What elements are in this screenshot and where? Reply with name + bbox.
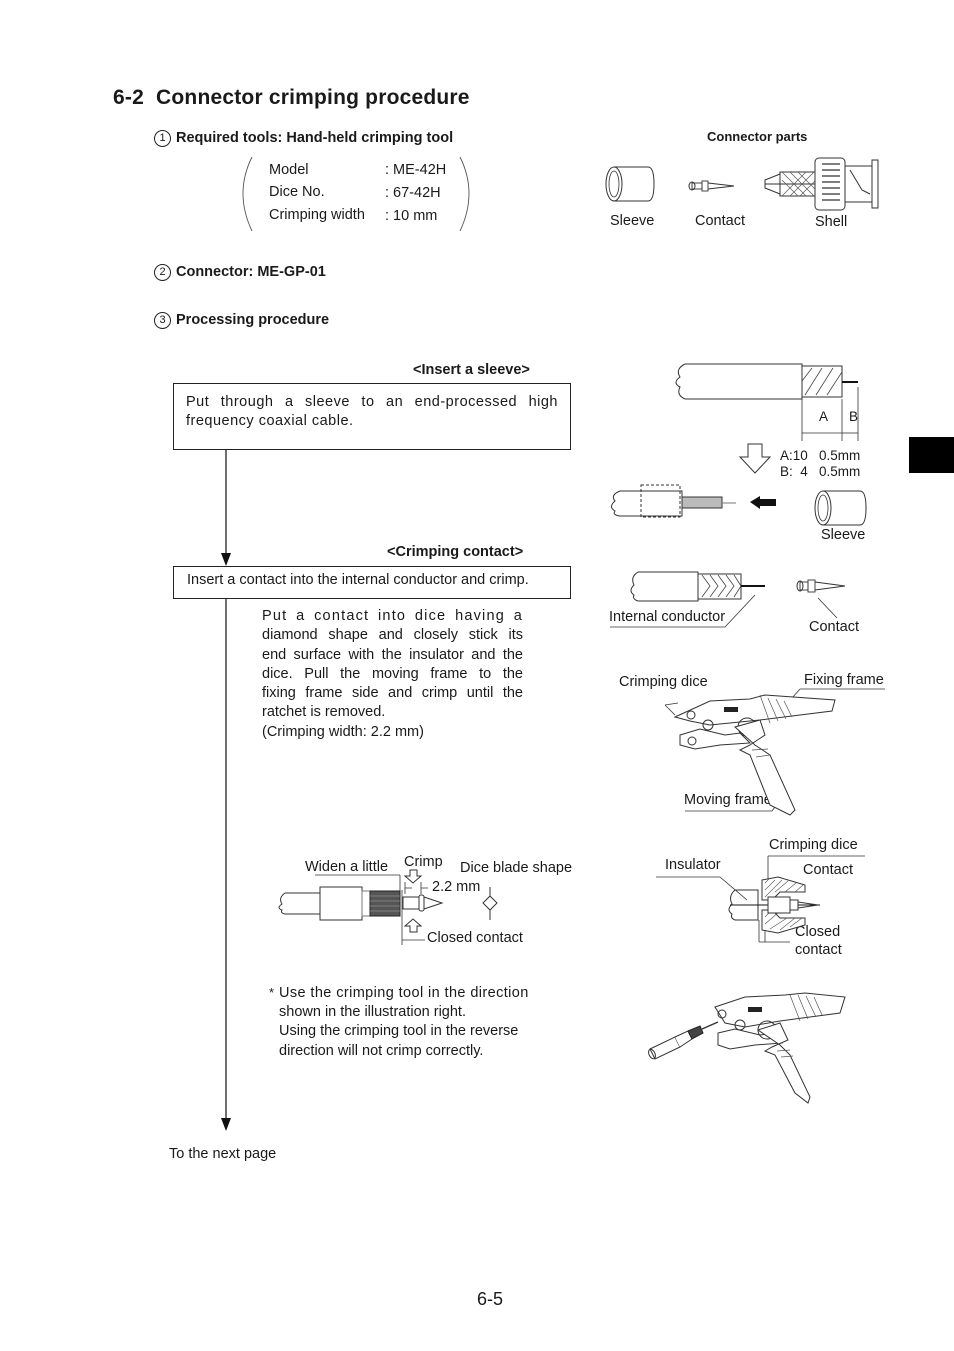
detail-line: diamond shape and closely stick its	[262, 627, 523, 644]
closed-arrow-icon	[403, 918, 423, 933]
cable-strip-diagram	[611, 363, 867, 526]
step-2-text: Insert a contact into the internal condu…	[187, 572, 529, 588]
continuation-text: To the next page	[169, 1146, 277, 1162]
hollow-arrow-down-icon	[738, 443, 772, 474]
dim-a-label: A	[819, 409, 829, 424]
detail-line: (Crimping width: 2.2 mm)	[262, 723, 424, 740]
arrow-down-icon	[221, 553, 231, 566]
arrow-left-icon	[750, 496, 776, 509]
detail-line: end surface with the insulator and the	[262, 646, 523, 663]
contact-label: Contact	[809, 619, 859, 635]
sleeve-label: Sleeve	[821, 527, 866, 543]
note-line: Use the crimping tool in the direction	[279, 985, 529, 1001]
step-2-detail: Put a contact into dice having a diamond…	[262, 607, 523, 742]
dim-b-label: B	[849, 409, 859, 424]
detail-line: dice. Pull the moving frame to the	[262, 665, 523, 682]
step-2-box: Insert a contact into the internal condu…	[173, 566, 571, 599]
note-line: shown in the illustration right.	[279, 1004, 466, 1020]
dice-section-diagram	[656, 855, 865, 943]
crimping-tool-illustration	[664, 688, 885, 816]
diamond-blade-icon	[482, 895, 498, 911]
detail-line: Put a contact into dice having a	[262, 608, 523, 624]
crimp-arrow-icon	[403, 869, 423, 884]
page-number: 6-5	[477, 1289, 504, 1309]
chapter-tab-marker	[909, 437, 954, 473]
arrow-down-icon	[221, 1118, 231, 1131]
internal-conductor-label: Internal conductor	[609, 609, 726, 625]
detail-line: ratchet is removed.	[262, 704, 386, 721]
tool-usage-illustration	[648, 992, 846, 1104]
note-line: direction will not crimp correctly.	[279, 1043, 484, 1059]
tolerance-b: B: 4 0.5mm	[780, 464, 861, 479]
crimp-detail-diagram	[278, 869, 498, 945]
note-asterisk: *	[269, 985, 275, 1000]
note-line: Using the crimping tool in the reverse	[279, 1023, 519, 1039]
tolerance-a: A:10 0.5mm	[780, 448, 861, 463]
detail-line: fixing frame side and crimp until the	[262, 685, 523, 702]
step-2-heading: <Crimping contact>	[387, 544, 524, 560]
